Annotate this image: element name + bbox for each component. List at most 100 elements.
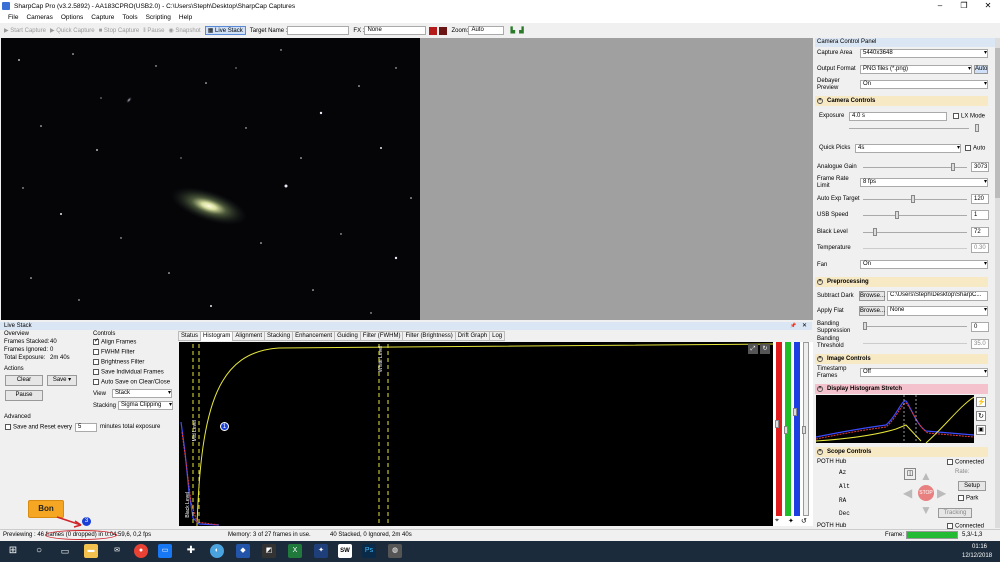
clear-button[interactable]: Clear xyxy=(5,375,43,386)
red-level-slider[interactable] xyxy=(775,420,779,428)
chrome-icon[interactable]: ● xyxy=(134,544,148,558)
menu-help[interactable]: Help xyxy=(179,14,192,21)
quick-picks-select[interactable]: 4s ▾ xyxy=(855,144,961,153)
camera-preview[interactable] xyxy=(1,38,420,320)
apply-flat-select[interactable]: None ▾ xyxy=(887,306,988,316)
capture-area-select[interactable]: 5440x3648 ▾ xyxy=(860,49,988,58)
excel-icon[interactable]: X xyxy=(288,544,302,558)
menu-tools[interactable]: Tools xyxy=(122,14,137,21)
fx-color-swatch-2[interactable] xyxy=(439,26,448,35)
tab-enhancement[interactable]: Enhancement xyxy=(292,331,336,341)
panel-scrollbar[interactable] xyxy=(995,38,1000,528)
tab-log[interactable]: Log xyxy=(489,331,506,341)
windows-start-icon[interactable]: ⊞ xyxy=(6,544,20,558)
live-stack-button[interactable]: ▦ Live Stack xyxy=(204,26,246,35)
exposure-slider-thumb[interactable] xyxy=(975,124,979,132)
pause-stack-button[interactable]: Pause xyxy=(5,390,43,401)
auto-exp-value[interactable]: 120 xyxy=(971,194,989,204)
menu-cameras[interactable]: Cameras xyxy=(26,14,52,21)
usb-speed-slider-thumb[interactable] xyxy=(895,211,899,219)
move-right-icon[interactable]: ▶ xyxy=(937,487,946,499)
usb-speed-slider[interactable] xyxy=(863,215,967,216)
black-level-value[interactable]: 72 xyxy=(971,227,989,237)
rgb-level-bars[interactable]: ⌖ ✦ ↺ 2 xyxy=(773,342,813,539)
app-icon-4[interactable]: ◍ xyxy=(388,544,402,558)
move-left-icon[interactable]: ◀ xyxy=(903,487,912,499)
maximize-button[interactable]: ❐ xyxy=(952,0,976,12)
target-name-input[interactable] xyxy=(287,26,350,35)
app-icon-2[interactable]: ◆ xyxy=(236,544,250,558)
display-histogram-plot[interactable] xyxy=(816,395,974,443)
app-icon-1[interactable]: ◐ xyxy=(210,544,224,558)
exposure-input[interactable]: 4.0 s xyxy=(849,112,947,121)
lx-mode-checkbox[interactable]: LX Mode xyxy=(953,113,985,120)
tab-histogram[interactable]: Histogram xyxy=(200,331,234,341)
green-level-slider[interactable] xyxy=(784,426,788,434)
mail-icon[interactable]: ✉ xyxy=(110,544,124,558)
red-level-bar[interactable] xyxy=(776,342,782,516)
gain-value[interactable]: 3073 xyxy=(971,162,989,172)
menu-options[interactable]: Options xyxy=(61,14,83,21)
quick-capture-button[interactable]: ▶ Quick Capture xyxy=(50,27,95,34)
collapse-icon[interactable]: ^ xyxy=(817,386,823,392)
tab-stacking[interactable]: Stacking xyxy=(264,331,294,341)
auto-exp-slider-thumb[interactable] xyxy=(911,195,915,203)
timestamp-select[interactable]: Off ▾ xyxy=(860,368,988,377)
tab-drift-graph[interactable]: Drift Graph xyxy=(454,331,491,341)
auto-exp-slider[interactable] xyxy=(863,199,967,200)
stacking-select[interactable]: Sigma Clipping ▾ xyxy=(118,401,173,410)
start-capture-button[interactable]: ▶ Start Capture xyxy=(4,27,46,34)
collapse-icon[interactable]: ^ xyxy=(817,279,823,285)
tab-status[interactable]: Status xyxy=(178,331,202,341)
image-controls-header[interactable]: ^ Image Controls xyxy=(815,354,988,364)
chart-icon[interactable]: ▟ xyxy=(519,27,524,34)
move-down-icon[interactable]: ▼ xyxy=(920,504,932,516)
zoom-select[interactable]: Auto xyxy=(468,26,505,35)
snapshot-button[interactable]: ◉ Snapshot xyxy=(168,27,200,34)
tab-filter-brightness[interactable]: Filter (Brightness) xyxy=(402,331,456,341)
output-format-select[interactable]: PNG files (*.png) ▾ xyxy=(860,65,972,74)
photoshop-icon[interactable]: Ps xyxy=(362,544,376,558)
pin-icon[interactable]: 📌 xyxy=(790,322,796,330)
gain-slider-thumb[interactable] xyxy=(951,163,955,171)
camera-controls-header[interactable]: ^ Camera Controls xyxy=(815,96,988,106)
subtract-dark-path[interactable]: C:\Users\Steph\Desktop\SharpC... xyxy=(887,291,988,301)
debayer-select[interactable]: On ▾ xyxy=(860,80,988,89)
fwhm-filter-checkbox[interactable]: FWHM Filter xyxy=(93,349,135,356)
collapse-icon[interactable]: ^ xyxy=(817,98,823,104)
banding-suppression-value[interactable]: 0 xyxy=(971,322,989,332)
collapse-icon[interactable]: ^ xyxy=(817,356,823,362)
tab-alignment[interactable]: Alignment xyxy=(232,331,266,341)
blue-level-bar[interactable] xyxy=(794,342,800,516)
save-individual-checkbox[interactable]: Save Individual Frames xyxy=(93,369,164,376)
stellarium-icon[interactable]: ✦ xyxy=(314,544,328,558)
pin-level-icon[interactable]: ✦ xyxy=(788,517,794,525)
fx-select[interactable]: None xyxy=(364,26,427,35)
save-button[interactable]: Save ▾ xyxy=(47,375,77,386)
fx-color-swatch-1[interactable] xyxy=(429,26,438,35)
histogram-reset-icon[interactable]: ↻ xyxy=(976,411,986,421)
exposure-slider[interactable] xyxy=(849,128,969,129)
task-view-icon[interactable]: ▭ xyxy=(58,544,72,558)
display-histogram-header[interactable]: ^ Display Histogram Stretch xyxy=(815,384,988,394)
tab-guiding[interactable]: Guiding xyxy=(334,331,361,341)
black-level-slider[interactable] xyxy=(863,232,967,233)
scope-controls-header[interactable]: ^ Scope Controls xyxy=(815,447,988,457)
black-level-slider-thumb[interactable] xyxy=(873,228,877,236)
file-explorer-icon[interactable]: ▬ xyxy=(84,544,98,558)
frame-rate-select[interactable]: 8 fps ▾ xyxy=(860,178,988,187)
fan-select[interactable]: On ▾ xyxy=(860,260,988,269)
histogram-panel[interactable]: Mid Level White Level Black Level 1 ⤢ ↻ xyxy=(179,342,773,526)
reset-icon[interactable]: ↻ xyxy=(760,344,770,354)
move-up-icon[interactable]: ▲ xyxy=(920,470,932,482)
close-button[interactable]: ✕ xyxy=(976,0,1000,12)
menu-capture[interactable]: Capture xyxy=(91,14,114,21)
preprocessing-header[interactable]: ^ Preprocessing xyxy=(815,277,988,287)
tab-filter-fwhm[interactable]: Filter (FWHM) xyxy=(359,331,404,341)
exposure-auto-checkbox[interactable]: Auto xyxy=(965,145,985,152)
menu-file[interactable]: File xyxy=(8,14,18,21)
apply-flat-browse-button[interactable]: Browse... xyxy=(859,306,885,316)
setup-button[interactable]: Setup xyxy=(958,481,986,491)
subtract-dark-browse-button[interactable]: Browse... xyxy=(859,291,885,301)
save-reset-checkbox[interactable]: Save and Reset every xyxy=(5,424,72,431)
